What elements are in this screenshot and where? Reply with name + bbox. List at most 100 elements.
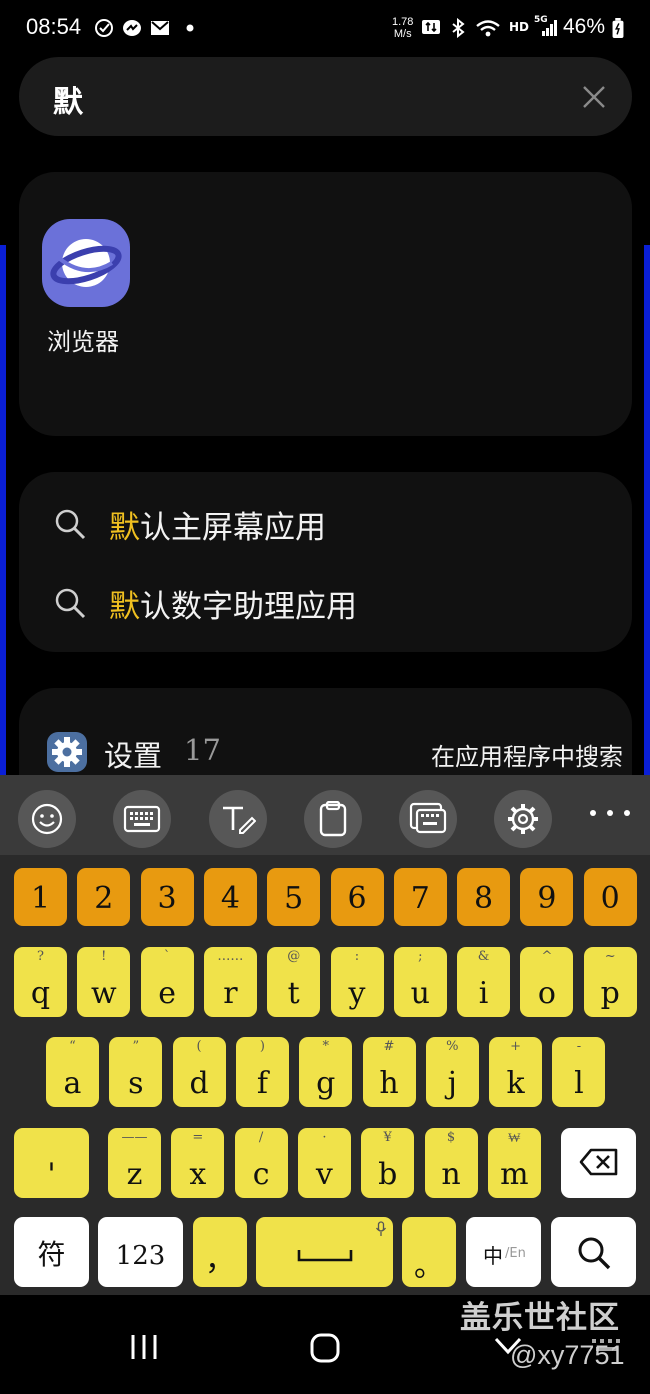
letter-key-i[interactable]: & i	[457, 947, 511, 1017]
number-key-8[interactable]: 8	[457, 868, 511, 926]
language-key-primary: 中	[483, 1244, 503, 1268]
settings-app-name: 设置	[104, 739, 163, 773]
letter-key-q[interactable]: ? q	[14, 947, 67, 1017]
letter-key-s[interactable]: ” s	[109, 1037, 163, 1107]
suggestion-item[interactable]: 默认主屏幕应用	[53, 504, 613, 546]
letter-key-g[interactable]: * g	[299, 1037, 353, 1107]
handwriting-button[interactable]	[209, 790, 267, 848]
key-secondary-symbol: *	[322, 1039, 329, 1054]
home-icon[interactable]	[309, 1332, 341, 1364]
letter-key-o[interactable]: ^ o	[520, 947, 574, 1017]
search-key[interactable]	[551, 1217, 636, 1287]
clear-icon[interactable]	[581, 84, 607, 110]
letter-key-a[interactable]: “a	[46, 1037, 99, 1107]
number-key-3[interactable]: 3	[140, 868, 194, 926]
settings-icon	[508, 804, 538, 834]
number-key-5[interactable]: 5	[267, 868, 321, 926]
number-key-0[interactable]: 0	[583, 868, 637, 926]
key-label: 1	[30, 881, 51, 916]
key-secondary-symbol: ₩	[508, 1131, 521, 1146]
letter-key-z[interactable]: —— z	[108, 1128, 161, 1198]
key-label: k	[506, 1066, 525, 1101]
key-label: o	[537, 976, 556, 1011]
letter-key-t[interactable]: @ t	[267, 947, 321, 1017]
letter-key-d[interactable]: (d	[172, 1037, 226, 1107]
symbols-key[interactable]: 符	[14, 1217, 89, 1287]
key-secondary-symbol: `	[163, 949, 171, 964]
key-label: m	[500, 1157, 529, 1192]
recent-apps-icon[interactable]	[130, 1332, 158, 1362]
suggestion-item[interactable]: 默认数字助理应用	[53, 583, 613, 625]
key-label: c	[252, 1157, 270, 1192]
letter-key-p[interactable]: ~ p	[583, 947, 637, 1017]
key-secondary-symbol: ;	[418, 949, 423, 964]
letter-key-c[interactable]: / c	[234, 1128, 288, 1198]
letter-key-e[interactable]: ` e	[140, 947, 194, 1017]
key-secondary-symbol: !	[101, 949, 107, 964]
letter-key-u[interactable]: ; u	[393, 947, 447, 1017]
keyboard-settings-button[interactable]	[494, 790, 552, 848]
key-label: g	[316, 1066, 336, 1101]
key-label: 7	[410, 881, 430, 916]
letter-key-h[interactable]: # h	[362, 1037, 416, 1107]
network-speed-unit: M/s	[393, 28, 412, 40]
search-input[interactable]: 默	[53, 77, 83, 121]
letter-key-l[interactable]: -l	[552, 1037, 606, 1107]
letter-key-m[interactable]: ₩ m	[487, 1128, 541, 1198]
key-secondary-symbol: +	[510, 1039, 522, 1054]
letter-key-k[interactable]: + k	[489, 1037, 543, 1107]
backspace-icon	[579, 1148, 618, 1176]
comma-key[interactable]: ，	[193, 1217, 247, 1287]
period-key[interactable]: 。	[402, 1217, 456, 1287]
key-label: h	[379, 1066, 399, 1101]
key-label: b	[378, 1157, 398, 1192]
letter-key-v[interactable]: · v	[297, 1128, 351, 1198]
one-handed-keyboard-button[interactable]	[399, 790, 457, 848]
letter-key-w[interactable]: ! w	[77, 947, 131, 1017]
search-in-app-link[interactable]: 在应用程序中搜索	[431, 737, 623, 772]
symbols-key-label: 符	[37, 1238, 66, 1271]
apostrophe-key[interactable]: '	[14, 1128, 89, 1198]
number-key-1[interactable]: 1	[14, 868, 67, 926]
numbers-key[interactable]: 123	[98, 1217, 183, 1287]
number-key-4[interactable]: 4	[203, 868, 257, 926]
letter-key-b[interactable]: ¥ b	[361, 1128, 415, 1198]
language-key[interactable]: 中 /En	[466, 1217, 541, 1287]
key-label: i	[478, 976, 489, 1011]
period-key-label: 。	[414, 1249, 444, 1284]
search-bar[interactable]: 默	[19, 57, 632, 136]
suggestion-highlight: 默	[109, 509, 140, 546]
emoji-button[interactable]	[18, 790, 76, 848]
key-label: 8	[474, 881, 494, 916]
network-speed-value: 1.78	[392, 16, 414, 28]
clipboard-button[interactable]	[304, 790, 362, 848]
letter-key-y[interactable]: :y	[330, 947, 384, 1017]
number-key-6[interactable]: 6	[330, 868, 384, 926]
keyboard-toolbar	[0, 775, 650, 855]
letter-key-f[interactable]: ) f	[235, 1037, 289, 1107]
letter-key-n[interactable]: $ n	[424, 1128, 478, 1198]
more-icon[interactable]	[590, 803, 630, 823]
key-secondary-symbol: ——	[121, 1130, 148, 1145]
key-label: s	[128, 1066, 144, 1101]
key-label: '	[47, 1157, 56, 1192]
space-key[interactable]	[256, 1217, 393, 1287]
key-label: j	[447, 1066, 457, 1101]
keyboard-button[interactable]	[113, 790, 171, 848]
watermark-user: @xy7751	[510, 1340, 625, 1370]
key-secondary-symbol: ?	[37, 949, 44, 964]
hd-indicator: HD	[509, 20, 530, 34]
letter-key-j[interactable]: % j	[425, 1037, 479, 1107]
backspace-key[interactable]	[561, 1128, 636, 1198]
settings-result-header[interactable]: 设置 17 在应用程序中搜索	[47, 730, 623, 774]
letter-key-r[interactable]: …… r	[203, 947, 257, 1017]
number-key-2[interactable]: 2	[77, 868, 131, 926]
samsung-internet-icon[interactable]	[42, 219, 130, 307]
number-key-7[interactable]: 7	[393, 868, 447, 926]
watermark-logo-text: 盖乐世社区	[460, 1300, 620, 1336]
letter-key-x[interactable]: = x	[171, 1128, 225, 1198]
number-key-9[interactable]: 9	[520, 868, 574, 926]
mail-icon	[151, 21, 169, 35]
key-secondary-symbol: ¥	[383, 1130, 392, 1145]
key-label: l	[574, 1066, 584, 1101]
